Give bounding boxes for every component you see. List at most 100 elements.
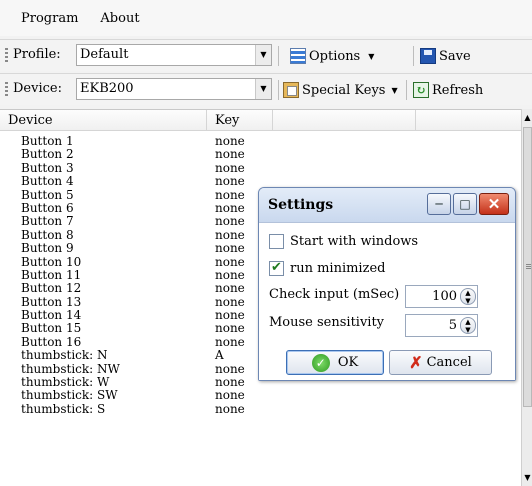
- run-minimized-checkbox[interactable]: run minimized: [269, 260, 386, 276]
- mouse-sensitivity-stepper[interactable]: 5 ▲ ▼: [405, 314, 478, 337]
- list-row[interactable]: Button 3 none: [0, 160, 521, 175]
- keyboard-icon: [283, 82, 299, 98]
- chevron-down-icon[interactable]: ▼: [255, 79, 271, 99]
- toolbar-separator: [278, 80, 279, 100]
- menu-about[interactable]: About: [100, 11, 139, 26]
- row-device: Button 12: [21, 281, 82, 296]
- row-device: Button 1: [21, 134, 74, 148]
- spin-arrows-icon[interactable]: ▲ ▼: [460, 288, 476, 305]
- list-header: Device Key: [0, 110, 521, 131]
- row-device: thumbstick: N: [21, 348, 108, 363]
- cancel-button[interactable]: ✗ Cancel: [389, 350, 492, 375]
- list-row[interactable]: Button 2 none: [0, 147, 521, 162]
- grip-icon: [526, 264, 531, 270]
- column-header-blank[interactable]: [416, 110, 521, 130]
- row-device: Button 2: [21, 147, 74, 162]
- row-key: none: [215, 187, 245, 202]
- options-label: Options: [309, 48, 361, 64]
- toolbar-separator: [278, 46, 279, 66]
- refresh-button[interactable]: ↻ Refresh: [413, 79, 483, 101]
- refresh-icon: ↻: [413, 82, 429, 98]
- options-button[interactable]: Options ▼: [290, 45, 374, 67]
- profile-value: Default: [80, 47, 129, 62]
- list-icon: [290, 48, 306, 64]
- list-row[interactable]: Button 1 none: [0, 134, 521, 148]
- save-button[interactable]: Save: [420, 45, 471, 67]
- dialog-title: Settings: [268, 197, 334, 213]
- profile-dropdown[interactable]: Default ▼: [76, 44, 272, 66]
- scroll-down-icon[interactable]: ▼: [522, 469, 532, 486]
- run-minimized-label: run minimized: [290, 261, 386, 276]
- profile-toolbar: Profile: Default ▼ Options ▼ Save: [0, 39, 532, 71]
- row-key: none: [215, 308, 245, 323]
- row-key: none: [215, 214, 245, 229]
- toolbar-grip[interactable]: [5, 48, 8, 64]
- maximize-icon[interactable]: □: [453, 193, 477, 215]
- menu-program[interactable]: Program: [21, 11, 78, 26]
- row-device: Button 16: [21, 334, 82, 349]
- column-header-blank[interactable]: [273, 110, 416, 130]
- row-device: Button 11: [21, 267, 82, 282]
- settings-dialog: Settings ─ □ ✕ Start with windows run mi…: [258, 187, 516, 381]
- list-row[interactable]: thumbstick: S none: [0, 401, 521, 416]
- row-key: none: [215, 267, 245, 282]
- row-key: none: [215, 200, 245, 215]
- row-device: Button 4: [21, 174, 74, 189]
- device-value: EKB200: [80, 81, 134, 96]
- row-device: Button 7: [21, 214, 74, 229]
- scroll-up-icon[interactable]: ▲: [522, 109, 532, 126]
- special-keys-button[interactable]: Special Keys ▼: [283, 79, 398, 101]
- row-device: Button 10: [21, 254, 82, 269]
- row-device: Button 5: [21, 187, 74, 202]
- row-device: Button 15: [21, 321, 82, 336]
- checkbox-box[interactable]: [269, 234, 284, 249]
- special-keys-label: Special Keys: [302, 82, 386, 98]
- spin-arrows-icon[interactable]: ▲ ▼: [460, 317, 476, 334]
- close-icon[interactable]: ✕: [479, 193, 509, 215]
- profile-label: Profile:: [13, 47, 61, 62]
- toolbar-separator: [413, 46, 414, 66]
- ok-button[interactable]: ✓ OK: [286, 350, 384, 375]
- column-header-key[interactable]: Key: [207, 110, 273, 130]
- check-input-stepper[interactable]: 100 ▲ ▼: [405, 285, 478, 308]
- dialog-body: Start with windows run minimized Check i…: [259, 222, 515, 380]
- toolbar-separator: [406, 80, 407, 100]
- floppy-disk-icon: [420, 48, 436, 64]
- list-row[interactable]: thumbstick: SW none: [0, 388, 521, 403]
- mouse-sensitivity-label: Mouse sensitivity: [269, 315, 385, 330]
- check-input-label: Check input (mSec): [269, 287, 400, 302]
- check-input-value: 100: [432, 289, 457, 304]
- row-key: none: [215, 134, 245, 148]
- row-key: none: [215, 401, 245, 416]
- row-key: none: [215, 375, 245, 390]
- row-key: none: [215, 254, 245, 269]
- row-key: none: [215, 388, 245, 403]
- device-label: Device:: [13, 81, 62, 96]
- row-device: Button 6: [21, 200, 74, 215]
- row-key: none: [215, 334, 245, 349]
- row-key: none: [215, 294, 245, 309]
- toolbar-grip[interactable]: [5, 82, 8, 98]
- start-with-windows-checkbox[interactable]: Start with windows: [269, 234, 418, 249]
- start-with-windows-label: Start with windows: [290, 234, 419, 249]
- refresh-label: Refresh: [432, 82, 484, 98]
- save-label: Save: [439, 48, 471, 64]
- vertical-scrollbar[interactable]: ▲ ▼: [521, 109, 532, 486]
- dialog-titlebar[interactable]: Settings ─ □ ✕: [259, 188, 515, 222]
- row-key: none: [215, 281, 245, 296]
- cancel-label: Cancel: [426, 355, 472, 370]
- scroll-thumb[interactable]: [523, 127, 532, 407]
- device-dropdown[interactable]: EKB200 ▼: [76, 78, 272, 100]
- row-device: thumbstick: SW: [21, 388, 118, 403]
- minimize-icon[interactable]: ─: [427, 193, 451, 215]
- chevron-down-icon[interactable]: ▼: [255, 45, 271, 65]
- checkbox-box[interactable]: [269, 260, 284, 276]
- row-key: none: [215, 361, 245, 376]
- row-key: none: [215, 160, 245, 175]
- column-header-device[interactable]: Device: [0, 110, 207, 130]
- row-device: thumbstick: W: [21, 375, 110, 390]
- chevron-down-icon: ▼: [391, 85, 398, 95]
- row-key: none: [215, 321, 245, 336]
- row-device: Button 14: [21, 308, 82, 323]
- mouse-sensitivity-value: 5: [448, 318, 457, 333]
